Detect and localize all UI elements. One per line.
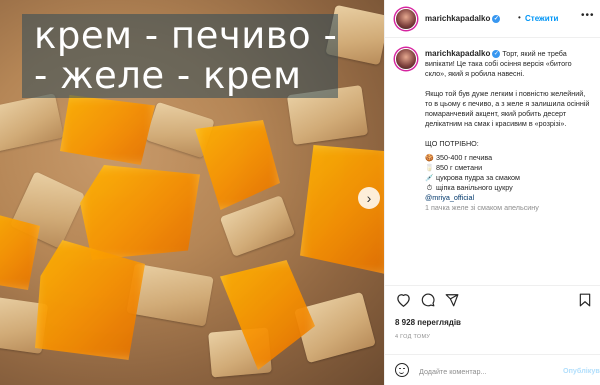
stopwatch-icon: ⏱ <box>426 184 433 192</box>
ingredient-item: 🍪 350-400 г печива <box>425 153 593 163</box>
ingredient-item: 🥛 850 г сметани <box>425 163 593 173</box>
follow-button[interactable]: Стежити <box>525 14 558 23</box>
header-username-text[interactable]: marichkapadalko <box>425 14 490 23</box>
ingredient-item: ⏱ щіпка ванільного цукру <box>425 183 593 193</box>
caption-needed-label: ЩО ПОТРІБНО: <box>425 139 479 148</box>
more-horizontal-icon[interactable]: ••• <box>581 10 595 21</box>
comment-button[interactable] <box>420 292 436 308</box>
jelly-shard <box>80 165 200 260</box>
smiley-icon[interactable] <box>395 363 409 377</box>
like-button[interactable] <box>395 292 411 308</box>
caption-paragraph: Якщо той був дуже легким і повністю желе… <box>425 89 590 128</box>
header-username[interactable]: marichkapadalko ✓ <box>425 14 501 23</box>
caption-avatar[interactable] <box>395 48 417 70</box>
heart-icon <box>396 294 410 307</box>
verified-badge-icon: ✓ <box>492 50 501 59</box>
caption-username[interactable]: marichkapadalko <box>425 49 490 58</box>
ingredient-text: 850 г сметани <box>436 163 483 172</box>
chevron-right-icon: › <box>366 190 372 206</box>
caption-area: marichkapadalko ✓ Торт, який не треба вип… <box>385 39 600 277</box>
post-media[interactable]: крем - печиво - - желе - крем › <box>0 0 384 385</box>
ingredient-text: 1 пачка желе зі смаком апельсину <box>425 203 539 212</box>
mention-text[interactable]: @mriya_official <box>425 193 474 203</box>
milk-icon: 🥛 <box>425 164 434 172</box>
ingredient-text: цукрова пудра за смаком <box>436 173 520 182</box>
share-button[interactable] <box>444 292 460 308</box>
biscuit-piece <box>0 93 64 152</box>
post-time[interactable]: 4 ГОД ТОМУ <box>395 334 430 340</box>
ingredient-text: 350-400 г печива <box>436 153 493 162</box>
verified-badge-icon: ✓ <box>492 14 501 23</box>
post-caption: marichkapadalko ✓ Торт, який не треба вип… <box>425 49 593 213</box>
jelly-shard <box>35 240 145 360</box>
comment-input[interactable] <box>419 364 559 378</box>
jelly-shard <box>195 120 280 210</box>
mention-link[interactable]: @mriya_official <box>425 193 593 203</box>
next-media-button[interactable]: › <box>358 187 380 209</box>
comment-bar: Опублікувати <box>385 354 600 385</box>
save-button[interactable] <box>577 292 593 308</box>
header-separator: • <box>518 13 521 22</box>
avatar[interactable] <box>395 8 417 30</box>
post-header: marichkapadalko ✓ • Стежити ••• <box>385 0 600 38</box>
view-count: 8 928 переглядів <box>395 318 461 327</box>
jelly-shard <box>60 95 155 165</box>
overlay-text-line-1: крем - печиво - <box>34 14 338 57</box>
overlay-text-line-2: - желе - крем <box>34 54 302 97</box>
ingredient-text: щіпка ванільного цукру <box>436 183 513 192</box>
cookie-icon: 🍪 <box>425 154 434 162</box>
bookmark-icon <box>579 293 591 307</box>
post-side-panel: marichkapadalko ✓ • Стежити ••• marichkap… <box>384 0 600 385</box>
ingredient-item: 💉 цукрова пудра за смаком <box>425 173 593 183</box>
post-actions <box>385 285 600 313</box>
publish-button[interactable]: Опублікувати <box>563 366 600 375</box>
ingredient-item: 1 пачка желе зі смаком апельсину <box>425 203 593 213</box>
caption-intro: marichkapadalko ✓ Торт, який не треба вип… <box>425 49 593 79</box>
share-icon <box>445 294 459 307</box>
syringe-icon: 💉 <box>425 174 434 182</box>
comment-icon <box>421 293 435 307</box>
jelly-shard <box>300 145 384 275</box>
